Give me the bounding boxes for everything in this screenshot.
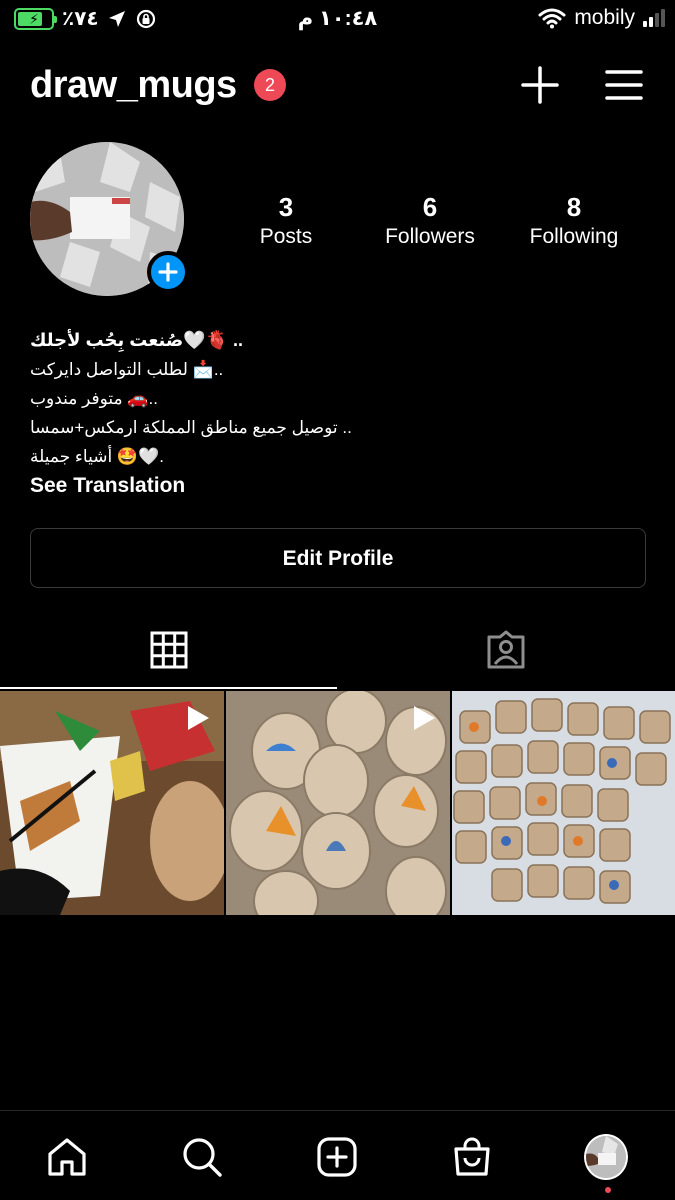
new-post-icon — [317, 1137, 357, 1177]
tagged-person-icon — [487, 630, 524, 669]
profile-avatar — [584, 1134, 628, 1180]
profile-stats: 3 Posts 6 Followers 8 Following — [214, 192, 646, 252]
menu-icon[interactable] — [605, 68, 643, 102]
active-tab-indicator — [0, 687, 337, 689]
profile-bio: صُنعت بِحُب لأجلك🤍🫀 .. لطلب التواصل داير… — [30, 326, 630, 501]
bio-line: متوفر مندوب 🚗.. — [30, 389, 158, 408]
grid-post[interactable] — [0, 691, 224, 915]
notification-badge[interactable]: 2 — [254, 69, 286, 101]
plus-icon[interactable] — [521, 66, 559, 104]
nav-new-post[interactable] — [315, 1135, 359, 1179]
post-thumbnail — [452, 691, 675, 915]
bio-line: صُنعت بِحُب لأجلك🤍🫀 .. — [30, 330, 244, 350]
bio-line: لطلب التواصل دايركت 📩.. — [30, 360, 224, 379]
stat-posts[interactable]: 3 Posts — [214, 192, 358, 252]
reel-play-icon — [188, 706, 209, 730]
edit-profile-button[interactable]: Edit Profile — [30, 528, 646, 588]
home-icon — [48, 1138, 86, 1176]
grid-post[interactable] — [226, 691, 450, 915]
bio-line: توصيل جميع مناطق المملكة ارمكس+سمسا .. — [30, 418, 352, 437]
tab-posts-grid[interactable] — [0, 612, 337, 688]
avatar-photo — [586, 1136, 626, 1178]
stat-followers[interactable]: 6 Followers — [358, 192, 502, 252]
stat-label: Followers — [385, 225, 475, 248]
wifi-icon — [538, 8, 566, 29]
profile-header: draw_mugs 2 — [30, 60, 645, 114]
status-right: mobily — [538, 6, 665, 30]
stat-label: Following — [529, 225, 619, 248]
profile-tabs — [0, 612, 675, 690]
signal-icon — [643, 9, 665, 27]
carrier-name: mobily — [574, 6, 635, 29]
posts-grid — [0, 691, 675, 915]
grid-icon — [150, 631, 187, 669]
grid-post[interactable] — [452, 691, 675, 915]
see-translation-link[interactable]: See Translation — [30, 471, 630, 501]
username-switcher[interactable]: draw_mugs — [30, 64, 237, 107]
bottom-navigation — [0, 1110, 675, 1200]
stat-following[interactable]: 8 Following — [502, 192, 646, 252]
stat-label: Posts — [259, 225, 313, 248]
shop-icon — [454, 1137, 490, 1176]
stat-value: 3 — [278, 192, 294, 222]
nav-profile[interactable] — [584, 1134, 628, 1180]
search-icon — [183, 1138, 222, 1177]
nav-home[interactable] — [45, 1135, 89, 1179]
reel-play-icon — [414, 706, 435, 730]
nav-search[interactable] — [180, 1135, 224, 1179]
add-story-button[interactable] — [147, 251, 189, 293]
bio-line: أشياء جميلة 🤩🤍. — [30, 447, 164, 466]
plus-icon — [158, 262, 178, 282]
nav-shop[interactable] — [450, 1135, 494, 1179]
profile-notification-dot — [605, 1187, 611, 1193]
stat-value: 6 — [422, 192, 438, 222]
stat-value: 8 — [566, 192, 582, 222]
tab-tagged[interactable] — [337, 612, 674, 688]
status-bar: ⚡ ٪٧٤ ١٠:٤٨ م mobily — [0, 0, 675, 40]
